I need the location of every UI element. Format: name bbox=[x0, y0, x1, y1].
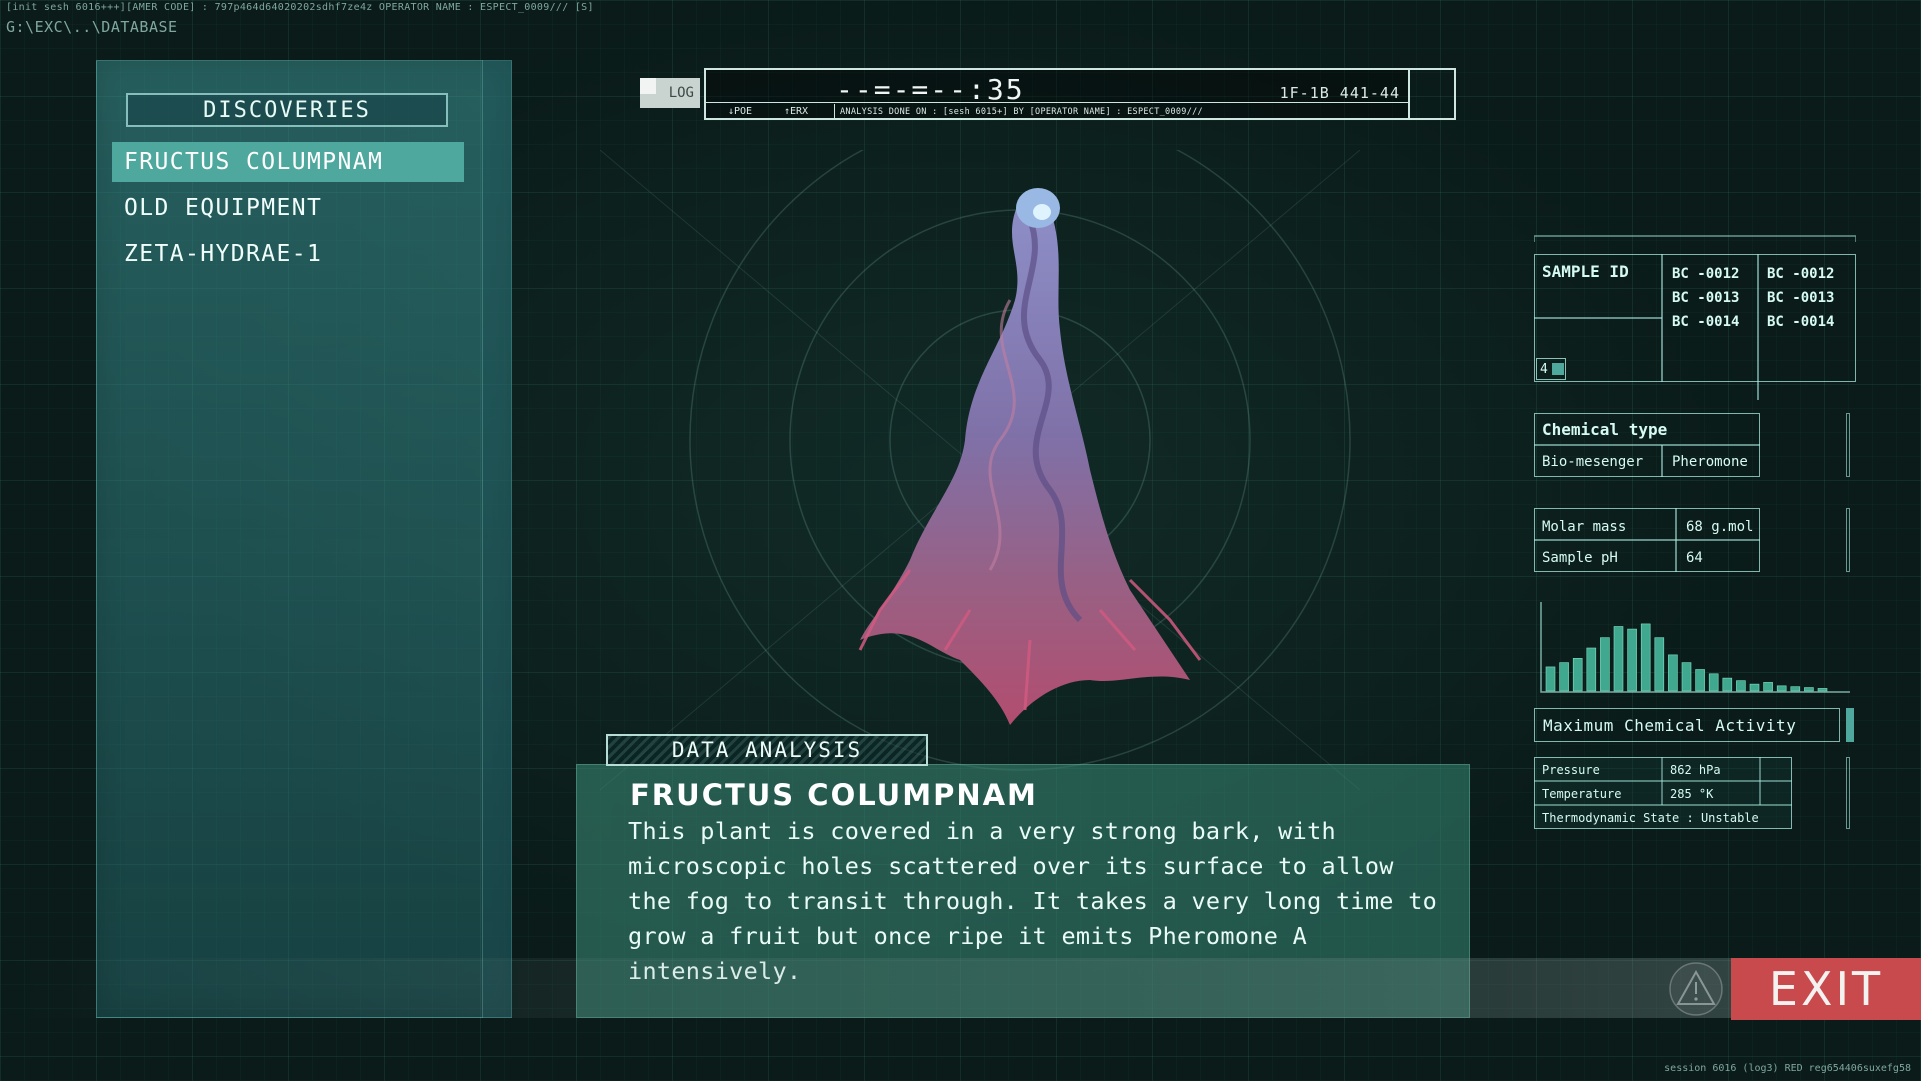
file-path: G:\EXC\..\DATABASE bbox=[6, 18, 178, 36]
activity-indicator bbox=[1846, 708, 1854, 742]
sample-id: BC -0012 bbox=[1767, 266, 1835, 282]
panel-edge bbox=[482, 60, 512, 1018]
discoveries-list: FRUCTUS COLUMPNAM OLD EQUIPMENT ZETA-HYD… bbox=[112, 142, 464, 280]
specimen-image bbox=[858, 188, 1202, 725]
histogram-bar bbox=[1763, 682, 1773, 692]
log-poe: ↓POE bbox=[728, 106, 753, 117]
log-divider bbox=[706, 102, 1408, 103]
histogram-bar bbox=[1586, 647, 1597, 692]
histogram-bar bbox=[1708, 673, 1719, 692]
histogram-bar bbox=[1736, 680, 1746, 692]
exit-button[interactable]: EXIT bbox=[1731, 958, 1921, 1020]
sample-id: BC -0012 bbox=[1672, 266, 1740, 282]
log-box: --=-=--:35 1F-1B 441-44 ↓POE ↑ERX ANALYS… bbox=[704, 68, 1410, 120]
scroll-marker bbox=[1846, 413, 1850, 477]
histogram-bar bbox=[1804, 687, 1814, 692]
discovery-item-old-equipment[interactable]: OLD EQUIPMENT bbox=[112, 188, 464, 228]
session-status-line: [init sesh 6016+++][AMER CODE] : 797p464… bbox=[6, 2, 594, 13]
pressure-value: 862 hPa bbox=[1670, 763, 1721, 777]
session-footer: session 6016 (log3) RED reg654406suxefg5… bbox=[1664, 1063, 1911, 1074]
histogram-bar bbox=[1600, 637, 1610, 692]
histogram-bar bbox=[1776, 685, 1787, 692]
log-code: 1F-1B 441-44 bbox=[1279, 84, 1400, 102]
histogram-bar bbox=[1545, 666, 1556, 692]
log-bar: LOG --=-=--:35 1F-1B 441-44 ↓POE ↑ERX AN… bbox=[640, 68, 1456, 120]
discoveries-header: DISCOVERIES bbox=[126, 93, 448, 127]
sample-ids-col2: BC -0012 BC -0013 BC -0014 bbox=[1767, 262, 1834, 334]
sample-id: BC -0013 bbox=[1767, 290, 1835, 306]
pressure-label: Pressure bbox=[1542, 763, 1600, 777]
log-separator bbox=[834, 104, 835, 118]
histogram-bar bbox=[1572, 658, 1583, 692]
histogram-bar bbox=[1790, 686, 1801, 692]
bottom-band bbox=[0, 958, 1921, 1018]
histogram-bar bbox=[1627, 628, 1637, 692]
histogram-bar bbox=[1613, 626, 1624, 692]
activity-histogram bbox=[1540, 602, 1850, 693]
discovery-item-zeta-hydrae-1[interactable]: ZETA-HYDRAE-1 bbox=[112, 234, 464, 274]
histogram-bar bbox=[1695, 669, 1705, 692]
log-box-end bbox=[1410, 68, 1456, 120]
histogram-bar bbox=[1654, 637, 1665, 692]
chemical-type-value-1: Bio-mesenger bbox=[1542, 454, 1644, 470]
sample-count-value: 4 bbox=[1540, 361, 1548, 377]
histogram-bar bbox=[1681, 662, 1692, 692]
sample-id-label: SAMPLE ID bbox=[1542, 262, 1629, 281]
histogram-bar bbox=[1722, 677, 1733, 692]
sample-count-indicator bbox=[1551, 363, 1564, 375]
discovery-item-fructus-columpnam[interactable]: FRUCTUS COLUMPNAM bbox=[112, 142, 464, 182]
temperature-label: Temperature bbox=[1542, 787, 1622, 801]
sample-ph-value: 64 bbox=[1686, 550, 1703, 566]
max-chemical-activity-box: Maximum Chemical Activity bbox=[1534, 708, 1840, 742]
histogram-bar bbox=[1640, 623, 1651, 692]
sample-ids-col1: BC -0012 BC -0013 BC -0014 bbox=[1672, 262, 1739, 334]
data-analysis-tab: DATA ANALYSIS bbox=[606, 734, 928, 766]
histogram-bar bbox=[1749, 683, 1760, 692]
histogram-bar bbox=[1559, 662, 1569, 692]
temperature-value: 285 °K bbox=[1670, 787, 1714, 801]
thermodynamic-state: Thermodynamic State : Unstable bbox=[1542, 811, 1759, 825]
sample-id: BC -0014 bbox=[1767, 314, 1835, 330]
molar-mass-value: 68 g.mol bbox=[1686, 519, 1754, 535]
histogram-bar bbox=[1668, 654, 1678, 692]
sample-id: BC -0014 bbox=[1672, 314, 1740, 330]
sample-count: 4 bbox=[1536, 358, 1566, 380]
histogram-bar bbox=[1817, 688, 1828, 692]
warning-icon bbox=[1669, 962, 1723, 1016]
max-chemical-activity-label: Maximum Chemical Activity bbox=[1543, 715, 1797, 735]
chemical-type-title: Chemical type bbox=[1542, 420, 1668, 439]
log-erx: ↑ERX bbox=[784, 106, 809, 117]
top-bracket bbox=[1534, 235, 1856, 242]
log-tab-marker bbox=[640, 78, 656, 94]
chemical-type-value-2: Pheromone bbox=[1672, 454, 1748, 470]
scroll-marker bbox=[1846, 757, 1850, 829]
log-analysis-line: ANALYSIS DONE ON : [sesh 6015+] BY [OPER… bbox=[840, 107, 1203, 117]
sample-id: BC -0013 bbox=[1672, 290, 1740, 306]
sample-ph-label: Sample pH bbox=[1542, 550, 1618, 566]
molar-mass-label: Molar mass bbox=[1542, 519, 1627, 535]
analysis-title: FRUCTUS COLUMPNAM bbox=[630, 778, 1038, 812]
scroll-marker bbox=[1846, 508, 1850, 572]
